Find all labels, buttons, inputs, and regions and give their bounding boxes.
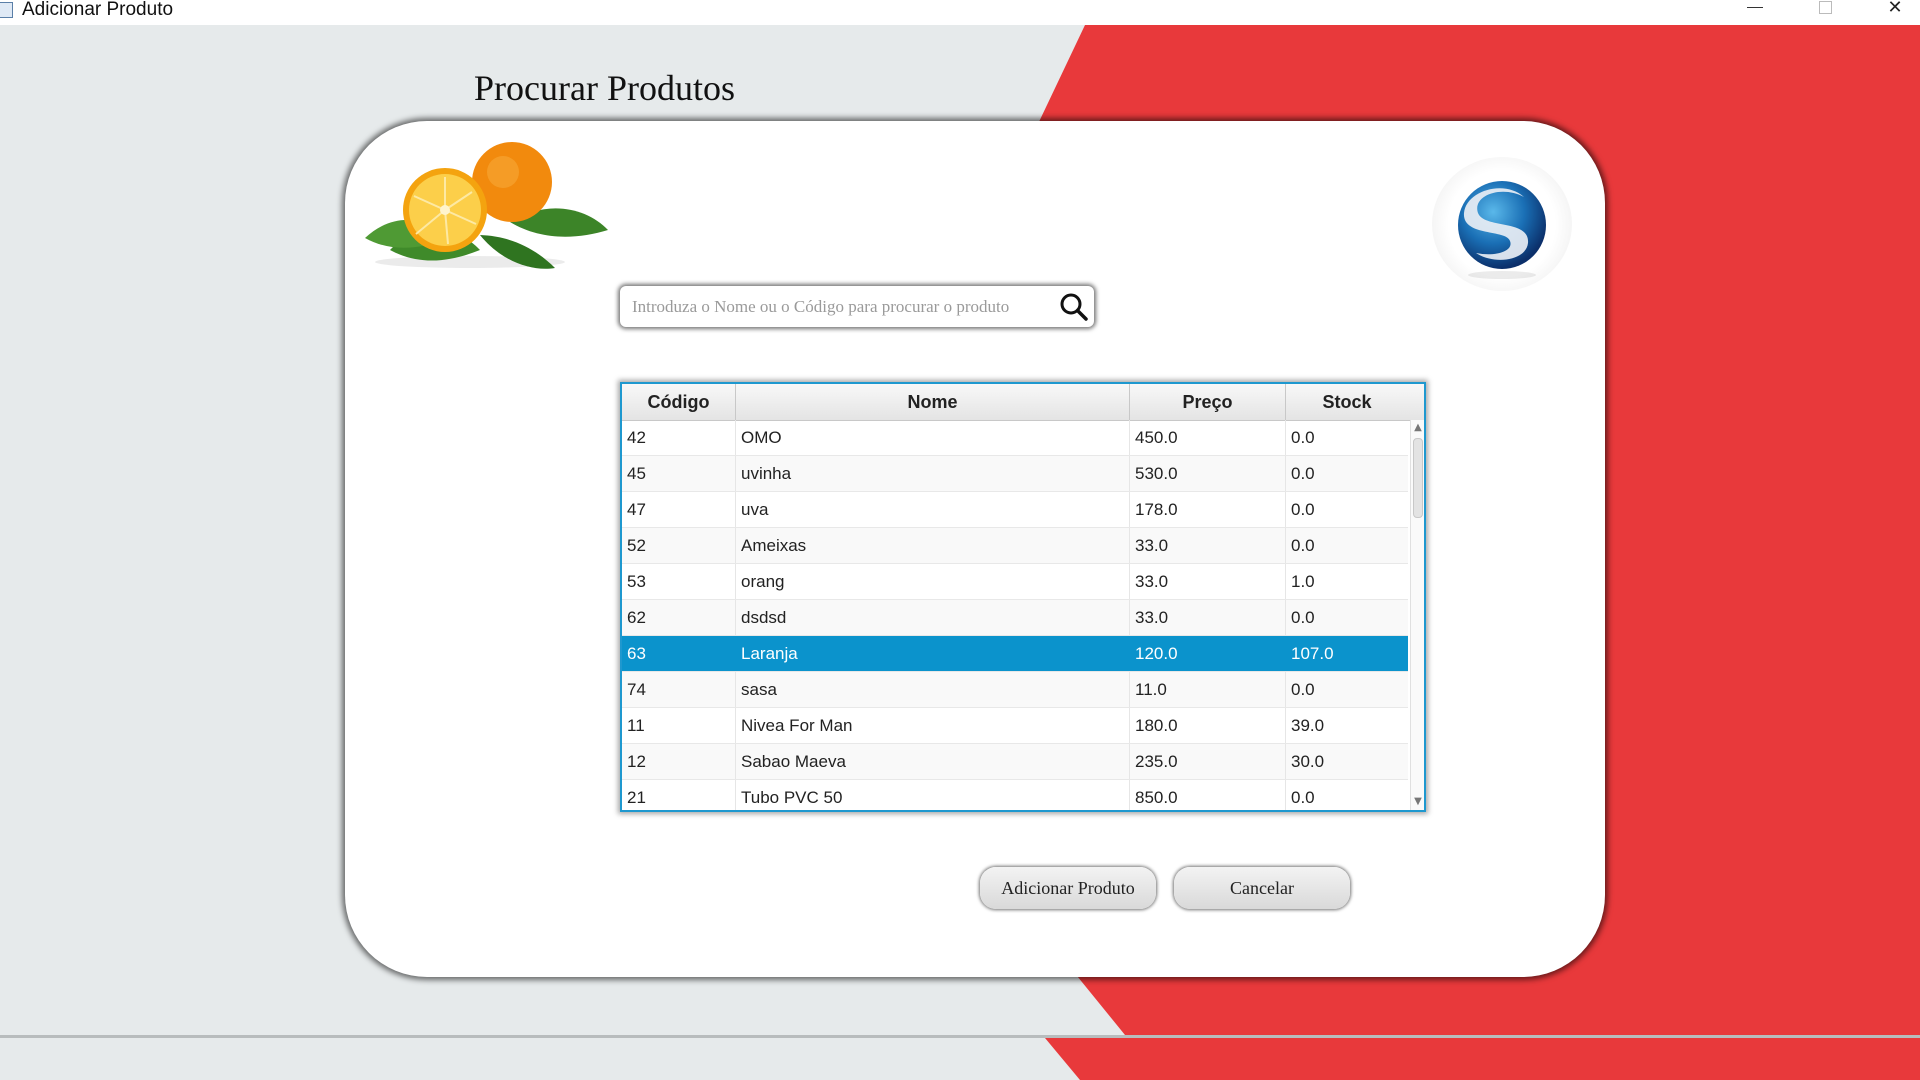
cell-preco: 235.0 — [1130, 744, 1286, 779]
column-header-preco[interactable]: Preço — [1130, 384, 1286, 420]
cell-codigo: 74 — [622, 672, 736, 707]
table-row[interactable]: 42 OMO 450.0 0.0 — [622, 420, 1408, 456]
scroll-thumb[interactable] — [1413, 438, 1423, 518]
cell-nome: dsdsd — [736, 600, 1130, 635]
app-icon — [0, 2, 13, 18]
cell-codigo: 63 — [622, 636, 736, 671]
cell-codigo: 52 — [622, 528, 736, 563]
cell-nome: uva — [736, 492, 1130, 527]
table-row[interactable]: 63 Laranja 120.0 107.0 — [622, 636, 1408, 672]
cell-nome: uvinha — [736, 456, 1130, 491]
column-header-codigo[interactable]: Código — [622, 384, 736, 420]
cell-stock: 0.0 — [1291, 428, 1315, 447]
cell-codigo: 53 — [622, 564, 736, 599]
cell-preco: 11.0 — [1130, 672, 1286, 707]
cell-stock: 0.0 — [1291, 536, 1315, 555]
cell-codigo: 12 — [622, 744, 736, 779]
cell-preco: 33.0 — [1130, 564, 1286, 599]
table-row[interactable]: 12 Sabao Maeva 235.0 30.0 — [622, 744, 1408, 780]
cell-nome: Nivea For Man — [736, 708, 1130, 743]
table-header: Código Nome Preço Stock — [622, 384, 1424, 421]
cell-nome: orang — [736, 564, 1130, 599]
table-row[interactable]: 53 orang 33.0 1.0 — [622, 564, 1408, 600]
cell-preco: 120.0 — [1130, 636, 1286, 671]
cell-stock: 39.0 — [1291, 716, 1325, 735]
cell-codigo: 62 — [622, 600, 736, 635]
cell-preco: 178.0 — [1130, 492, 1286, 527]
scroll-down-icon[interactable]: ▼ — [1412, 796, 1424, 808]
add-product-button[interactable]: Adicionar Produto — [980, 867, 1156, 909]
maximize-button[interactable] — [1805, 0, 1845, 22]
cell-nome: Tubo PVC 50 — [736, 780, 1130, 810]
table-row[interactable]: 11 Nivea For Man 180.0 39.0 — [622, 708, 1408, 744]
search-icon[interactable] — [1057, 291, 1091, 323]
cell-stock: 0.0 — [1291, 608, 1315, 627]
vertical-scrollbar[interactable]: ▲ ▼ — [1410, 420, 1424, 810]
table-row[interactable]: 21 Tubo PVC 50 850.0 0.0 — [622, 780, 1408, 810]
table-row[interactable]: 45 uvinha 530.0 0.0 — [622, 456, 1408, 492]
minimize-button[interactable] — [1735, 0, 1775, 22]
cell-preco: 850.0 — [1130, 780, 1286, 810]
search-input[interactable] — [628, 290, 1046, 323]
brand-logo — [1432, 157, 1572, 291]
cell-nome: OMO — [736, 420, 1130, 455]
table-row[interactable]: 62 dsdsd 33.0 0.0 — [622, 600, 1408, 636]
cell-preco: 33.0 — [1130, 528, 1286, 563]
table-row[interactable]: 47 uva 178.0 0.0 — [622, 492, 1408, 528]
cell-stock: 30.0 — [1291, 752, 1325, 771]
table-row[interactable]: 52 Ameixas 33.0 0.0 — [622, 528, 1408, 564]
cell-stock: 1.0 — [1291, 572, 1315, 591]
cell-nome: Sabao Maeva — [736, 744, 1130, 779]
cell-preco: 450.0 — [1130, 420, 1286, 455]
cell-codigo: 11 — [622, 708, 736, 743]
cancel-button[interactable]: Cancelar — [1174, 867, 1350, 909]
cell-stock: 0.0 — [1291, 500, 1315, 519]
cell-preco: 180.0 — [1130, 708, 1286, 743]
app-content: Procurar Produtos Introduza o Nome ou o … — [0, 25, 1920, 1080]
search-box — [620, 286, 1094, 327]
cell-preco: 33.0 — [1130, 600, 1286, 635]
window-titlebar: Adicionar Produto — [0, 0, 1920, 25]
table-row[interactable]: 74 sasa 11.0 0.0 — [622, 672, 1408, 708]
cell-stock: 0.0 — [1291, 464, 1315, 483]
scroll-up-icon[interactable]: ▲ — [1412, 422, 1424, 434]
close-button[interactable] — [1875, 0, 1915, 22]
column-header-nome[interactable]: Nome — [736, 384, 1130, 420]
cell-preco: 530.0 — [1130, 456, 1286, 491]
column-header-stock[interactable]: Stock — [1286, 384, 1408, 420]
orange-fruit-image — [365, 142, 608, 269]
cell-stock: 0.0 — [1291, 788, 1315, 807]
cell-codigo: 21 — [622, 780, 736, 810]
window-title: Adicionar Produto — [22, 0, 174, 20]
cell-codigo: 42 — [622, 420, 736, 455]
cell-stock: 0.0 — [1291, 680, 1315, 699]
cell-nome: Laranja — [736, 636, 1130, 671]
page-title: Procurar Produtos — [474, 68, 735, 108]
cell-stock: 107.0 — [1291, 644, 1334, 663]
cell-codigo: 45 — [622, 456, 736, 491]
cell-nome: sasa — [736, 672, 1130, 707]
products-table: Código Nome Preço Stock 42 OMO 450.0 0.0 45 u… — [620, 382, 1426, 812]
cell-nome: Ameixas — [736, 528, 1130, 563]
cell-codigo: 47 — [622, 492, 736, 527]
